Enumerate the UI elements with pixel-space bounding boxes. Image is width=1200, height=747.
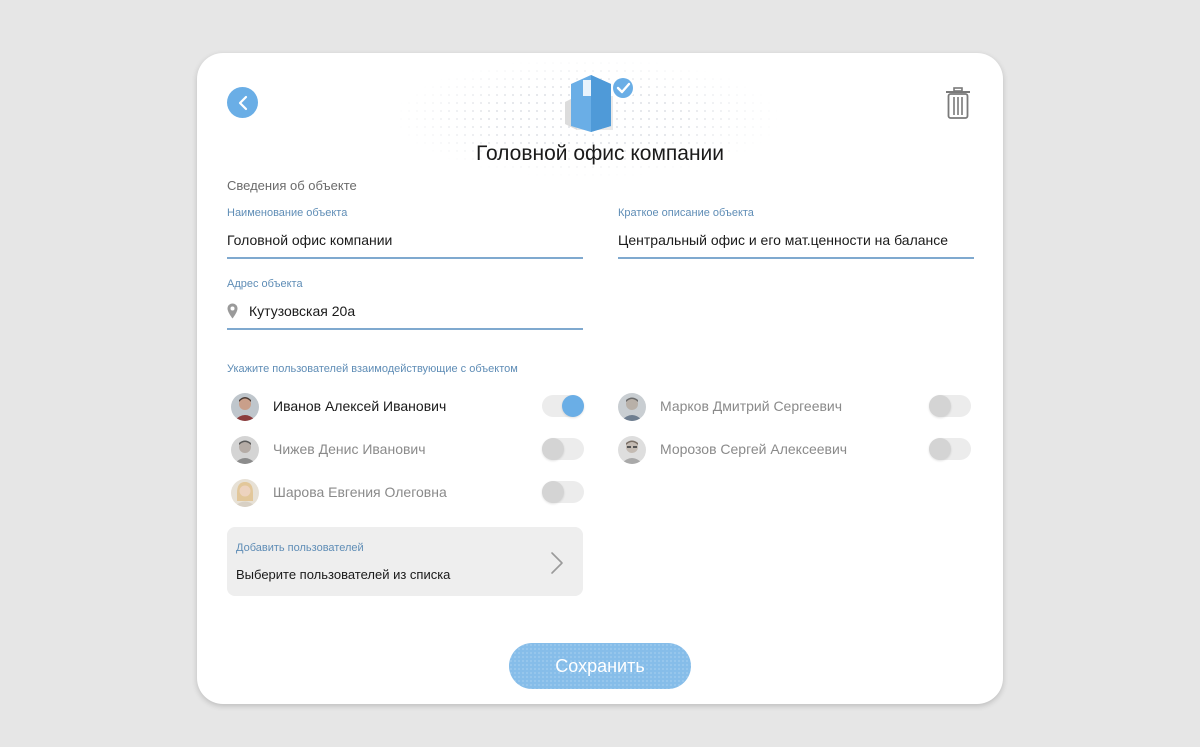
- user-row: Чижев Денис Иванович: [227, 434, 584, 466]
- user-row: Марков Дмитрий Сергеевич: [614, 391, 971, 423]
- user-access-toggle[interactable]: [542, 438, 584, 460]
- avatar: [618, 436, 646, 464]
- chevron-left-icon: [238, 95, 247, 110]
- object-description-label: Краткое описание объекта: [618, 207, 754, 219]
- user-access-toggle[interactable]: [542, 481, 584, 503]
- user-access-toggle[interactable]: [542, 395, 584, 417]
- avatar: [231, 393, 259, 421]
- object-address-label: Адрес объекта: [227, 278, 303, 290]
- save-button[interactable]: Сохранить: [509, 643, 691, 689]
- object-address-field[interactable]: Адрес объекта Кутузовская 20а: [227, 278, 583, 330]
- object-address-value[interactable]: Кутузовская 20а: [249, 303, 355, 319]
- avatar: [231, 436, 259, 464]
- back-button[interactable]: [227, 87, 258, 118]
- user-name: Марков Дмитрий Сергеевич: [660, 398, 843, 414]
- user-access-toggle[interactable]: [929, 438, 971, 460]
- box-check-icon: [565, 75, 635, 132]
- location-pin-icon: [227, 303, 238, 319]
- avatar: [231, 479, 259, 507]
- user-access-toggle[interactable]: [929, 395, 971, 417]
- avatar: [618, 393, 646, 421]
- object-description-value[interactable]: Центральный офис и его мат.ценности на б…: [618, 232, 948, 248]
- user-row: Иванов Алексей Иванович: [227, 391, 584, 423]
- toggle-knob: [562, 395, 584, 417]
- add-users-value: Выберите пользователей из списка: [236, 567, 451, 582]
- toggle-knob: [929, 395, 951, 417]
- user-row: Морозов Сергей Алексеевич: [614, 434, 971, 466]
- object-name-field[interactable]: Наименование объекта Головной офис компа…: [227, 207, 583, 259]
- delete-button[interactable]: [945, 87, 971, 119]
- user-name: Морозов Сергей Алексеевич: [660, 441, 848, 457]
- user-name: Шарова Евгения Олеговна: [273, 484, 447, 500]
- trash-icon: [946, 87, 970, 119]
- toggle-knob: [542, 438, 564, 460]
- object-description-field[interactable]: Краткое описание объекта Центральный офи…: [618, 207, 974, 259]
- object-name-label: Наименование объекта: [227, 207, 348, 219]
- section-label: Сведения об объекте: [227, 178, 357, 193]
- user-row: Шарова Евгения Олеговна: [227, 477, 584, 509]
- users-section-label: Укажите пользователей взаимодействующие …: [227, 363, 518, 375]
- chevron-right-icon: [551, 552, 563, 574]
- toggle-knob: [929, 438, 951, 460]
- toggle-knob: [542, 481, 564, 503]
- add-users-button[interactable]: Добавить пользователей Выберите пользова…: [227, 527, 583, 596]
- user-name: Иванов Алексей Иванович: [273, 398, 447, 414]
- user-name: Чижев Денис Иванович: [273, 441, 426, 457]
- add-users-label: Добавить пользователей: [236, 542, 364, 554]
- object-edit-card: Головной офис компании Сведения об объек…: [197, 53, 1003, 704]
- object-name-value[interactable]: Головной офис компании: [227, 232, 392, 248]
- page-title: Головной офис компании: [475, 142, 725, 165]
